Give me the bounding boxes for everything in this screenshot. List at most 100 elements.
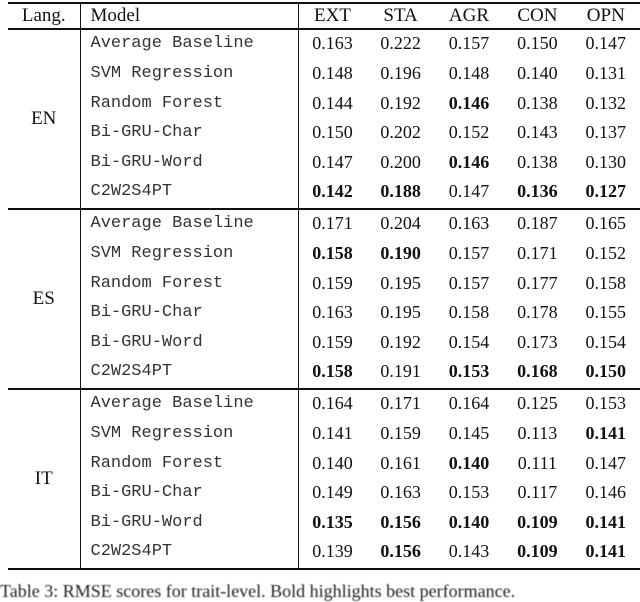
table-row: Bi-GRU-Char 0.163 0.195 0.158 0.178 0.155 — [8, 296, 640, 329]
score-ext: 0.164 — [312, 393, 353, 413]
score-con: 0.140 — [517, 63, 558, 83]
model-name: C2W2S4PT — [79, 355, 299, 389]
score-sta: 0.191 — [380, 361, 421, 381]
results-table-container: Lang. Model EXT STA AGR CON OPN EN Averag… — [8, 2, 640, 570]
table-row: SVM Regression 0.141 0.159 0.145 0.113 0.141 — [8, 417, 640, 450]
score-sta: 0.190 — [380, 243, 421, 263]
score-agr: 0.164 — [448, 393, 490, 413]
score-sta: 0.195 — [380, 272, 421, 293]
header-agr: AGR — [448, 5, 490, 26]
score-agr: 0.157 — [448, 243, 490, 263]
table-caption: Table 3: RMSE scores for trait-level. Bo… — [0, 581, 516, 601]
score-sta: 0.196 — [380, 63, 421, 83]
score-agr: 0.152 — [448, 122, 490, 142]
score-con: 0.113 — [517, 423, 558, 443]
score-sta: 0.156 — [380, 541, 421, 561]
table-row: IT Average Baseline 0.164 0.171 0.164 0.125 0.… — [8, 389, 640, 489]
score-sta: 0.161 — [380, 452, 421, 473]
model-name: C2W2S4PT — [79, 535, 299, 569]
score-con: 0.138 — [517, 92, 558, 113]
score-opn: 0.130 — [585, 151, 627, 172]
score-agr: 0.140 — [448, 452, 490, 473]
model-name: Bi-GRU-Word — [79, 329, 299, 355]
rmse-results-table: Lang. Model EXT STA AGR CON OPN EN Averag… — [8, 2, 640, 570]
header-con: CON — [517, 5, 558, 26]
language-label: EN — [31, 108, 57, 129]
score-agr: 0.158 — [448, 302, 490, 322]
score-agr: 0.154 — [448, 331, 490, 352]
header-sta: STA — [383, 5, 418, 26]
score-sta: 0.156 — [380, 511, 421, 532]
score-ext: 0.158 — [312, 361, 353, 381]
score-sta: 0.204 — [380, 213, 421, 233]
table-row: Random Forest 0.159 0.195 0.157 0.177 0.158 — [8, 270, 640, 296]
model-name: Random Forest — [79, 270, 299, 296]
score-con: 0.177 — [517, 272, 558, 293]
score-opn: 0.131 — [585, 63, 627, 83]
table-row: Bi-GRU-Char 0.150 0.202 0.152 0.143 0.137 — [8, 116, 640, 149]
score-opn: 0.146 — [585, 482, 627, 502]
score-opn: 0.141 — [585, 423, 627, 443]
table-row: Bi-GRU-Word 0.159 0.192 0.154 0.173 0.154 — [8, 329, 640, 355]
score-con: 0.150 — [517, 33, 558, 53]
score-sta: 0.188 — [380, 181, 421, 201]
language-group-it: IT Average Baseline 0.164 0.171 0.164 0.125 0.… — [8, 389, 640, 569]
model-name: Bi-GRU-Word — [79, 149, 299, 175]
score-con: 0.136 — [517, 181, 558, 201]
header-ext: EXT — [297, 3, 367, 29]
score-con: 0.143 — [517, 122, 558, 142]
score-ext: 0.148 — [312, 63, 353, 83]
score-opn: 0.152 — [585, 243, 627, 263]
score-ext: 0.142 — [312, 181, 353, 201]
score-agr: 0.157 — [448, 33, 490, 53]
score-ext: 0.150 — [312, 122, 353, 142]
header-lang: Lang. — [21, 5, 66, 26]
language-group-es: ES Average Baseline 0.171 0.204 0.163 0.187 0.… — [8, 209, 640, 389]
score-agr: 0.163 — [448, 213, 490, 233]
score-ext: 0.159 — [312, 272, 353, 293]
score-con: 0.109 — [517, 541, 558, 561]
score-con: 0.138 — [517, 151, 558, 172]
score-agr: 0.146 — [448, 92, 490, 113]
table-row: Random Forest 0.144 0.192 0.146 0.138 0.132 — [8, 90, 640, 116]
header-opn: OPN — [586, 5, 625, 26]
table-header-row: Lang. Model EXT STA AGR CON OPN — [8, 3, 640, 29]
score-sta: 0.159 — [380, 423, 421, 443]
score-ext: 0.159 — [312, 331, 353, 352]
score-sta: 0.200 — [380, 151, 421, 172]
score-sta: 0.171 — [380, 393, 421, 413]
score-opn: 0.141 — [585, 541, 627, 561]
score-ext: 0.163 — [312, 33, 353, 53]
score-opn: 0.154 — [585, 331, 627, 352]
score-ext: 0.163 — [312, 302, 353, 322]
score-agr: 0.157 — [448, 272, 490, 293]
model-name: SVM Regression — [79, 57, 299, 90]
score-con: 0.178 — [517, 302, 558, 322]
score-con: 0.117 — [517, 482, 558, 502]
model-name: SVM Regression — [79, 417, 299, 450]
score-con: 0.173 — [517, 331, 558, 352]
score-ext: 0.158 — [312, 243, 353, 263]
score-opn: 0.132 — [585, 92, 627, 113]
header-model: Model — [79, 3, 299, 29]
score-ext: 0.140 — [312, 452, 353, 473]
model-name: Average Baseline — [79, 29, 299, 57]
table-row: EN Average Baseline 0.163 0.222 0.157 0.150 0.… — [8, 29, 640, 129]
score-con: 0.168 — [517, 361, 558, 381]
model-name: SVM Regression — [79, 237, 299, 270]
score-ext: 0.147 — [312, 151, 353, 172]
score-opn: 0.141 — [585, 511, 627, 532]
model-name: Random Forest — [79, 90, 299, 116]
model-name: Average Baseline — [79, 389, 299, 417]
score-con: 0.125 — [517, 393, 558, 413]
table-row: Bi-GRU-Word 0.135 0.156 0.140 0.109 0.141 — [8, 509, 640, 535]
model-name: Average Baseline — [79, 209, 299, 237]
table-row: Bi-GRU-Char 0.149 0.163 0.153 0.117 0.146 — [8, 476, 640, 509]
score-ext: 0.141 — [312, 423, 353, 443]
score-opn: 0.165 — [585, 213, 627, 233]
table-row: SVM Regression 0.158 0.190 0.157 0.171 0.152 — [8, 237, 640, 270]
score-con: 0.171 — [517, 243, 558, 263]
table-row: C2W2S4PT 0.158 0.191 0.153 0.168 0.150 — [8, 355, 640, 389]
table-row: Random Forest 0.140 0.161 0.140 0.111 0.147 — [8, 450, 640, 476]
score-con: 0.187 — [517, 213, 558, 233]
